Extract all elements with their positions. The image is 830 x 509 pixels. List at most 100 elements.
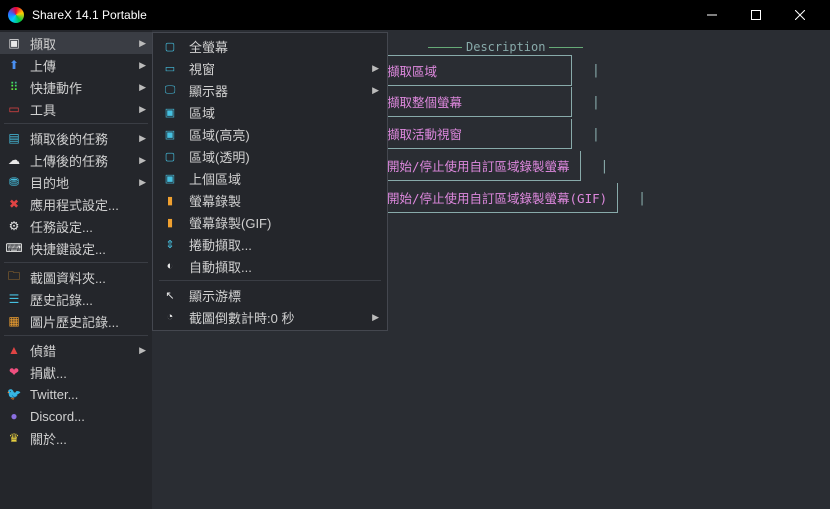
description-header: Description [424, 40, 587, 54]
capture-submenu: ▢全螢幕▭視窗▶🖵顯示器▶▣區域▣區域(高亮)▢區域(透明)▣上個區域▮螢幕錄製… [152, 32, 388, 331]
sidebar-item-donate[interactable]: ❤ 捐獻... [0, 361, 152, 383]
chevron-right-icon: ▶ [139, 177, 146, 188]
scrolling-capture-icon: ⇕ [161, 236, 179, 252]
sidebar-item-after-upload[interactable]: ☁上傳後的任務▶ [0, 149, 152, 171]
window-title: ShareX 14.1 Portable [32, 8, 690, 22]
sidebar-item-label: 捐獻... [30, 363, 146, 382]
fullscreen-icon: ▢ [161, 38, 179, 54]
submenu-item-label: 區域 [189, 103, 379, 122]
sidebar-item-discord[interactable]: ● Discord... [0, 405, 152, 427]
description-cell: 開始/停止使用自訂區域錄製螢幕 [376, 151, 581, 181]
sidebar-item-twitter[interactable]: 🐦Twitter... [0, 383, 152, 405]
description-row: 擷取整個螢幕| [376, 86, 646, 118]
chevron-right-icon: ▶ [139, 82, 146, 93]
about-icon: ♛ [6, 430, 22, 446]
submenu-item-show-cursor[interactable]: ↖ 顯示游標 [153, 284, 387, 306]
sidebar-item-label: 偵錯 [30, 341, 139, 360]
sidebar-item-label: Discord... [30, 409, 146, 424]
maximize-button[interactable] [734, 0, 778, 30]
sidebar-item-capture[interactable]: ▣擷取▶ [0, 32, 152, 54]
submenu-item-last-region[interactable]: ▣上個區域 [153, 167, 387, 189]
after-capture-icon: ▤ [6, 130, 22, 146]
sidebar-item-label: 任務設定... [30, 217, 146, 236]
sidebar-item-label: 上傳 [30, 56, 139, 75]
debug-icon: ▲ [6, 342, 22, 358]
description-row: 開始/停止使用自訂區域錄製螢幕(GIF)| [376, 182, 646, 214]
sidebar-item-after-capture[interactable]: ▤擷取後的任務▶ [0, 127, 152, 149]
discord-icon: ● [6, 408, 22, 424]
sidebar-item-quick-actions[interactable]: ⠿ 快捷動作▶ [0, 76, 152, 98]
description-panel: Description reen 擷取區域|擷取整個螢幕|擷取活動視窗|開始/停… [376, 40, 646, 214]
hotkey-settings-icon: ⌨ [6, 240, 22, 256]
region-transparent-icon: ▢ [161, 148, 179, 164]
submenu-item-label: 捲動擷取... [189, 235, 379, 254]
submenu-item-scrolling-capture[interactable]: ⇕ 捲動擷取... [153, 233, 387, 255]
tools-icon: ▭ [6, 101, 22, 117]
chevron-right-icon: ▶ [139, 155, 146, 166]
screen-record-icon: ▮ [161, 192, 179, 208]
screenshots-folder-icon: 🗀 [6, 269, 22, 285]
submenu-item-auto-capture[interactable]: ◐自動擷取... [153, 255, 387, 277]
sidebar-item-destinations[interactable]: ⛃目的地▶ [0, 171, 152, 193]
window-controls [690, 0, 822, 30]
sidebar-separator [4, 123, 148, 124]
sidebar-item-tools[interactable]: ▭工具▶ [0, 98, 152, 120]
submenu-item-fullscreen[interactable]: ▢ 全螢幕 [153, 35, 387, 57]
submenu-item-label: 螢幕錄製 [189, 191, 379, 210]
sidebar-item-screenshots-folder[interactable]: 🗀截圖資料夾... [0, 266, 152, 288]
sidebar-item-about[interactable]: ♛關於... [0, 427, 152, 449]
after-upload-icon: ☁ [6, 152, 22, 168]
monitor-icon: 🖵 [161, 82, 179, 98]
chevron-right-icon: ▶ [139, 104, 146, 115]
chevron-right-icon: ▶ [372, 63, 379, 74]
submenu-item-label: 顯示游標 [189, 286, 379, 305]
region-light-icon: ▣ [161, 126, 179, 142]
app-logo-icon [8, 7, 24, 23]
quick-actions-icon: ⠿ [6, 79, 22, 95]
pipe-char: | [601, 159, 609, 174]
chevron-right-icon: ▶ [139, 133, 146, 144]
app-settings-icon: ✖ [6, 196, 22, 212]
auto-capture-icon: ◐ [161, 258, 179, 274]
sidebar-separator [4, 262, 148, 263]
submenu-item-label: 區域(高亮) [189, 125, 379, 144]
pipe-char: | [592, 63, 600, 78]
submenu-item-region[interactable]: ▣區域 [153, 101, 387, 123]
sidebar-item-debug[interactable]: ▲偵錯▶ [0, 339, 152, 361]
submenu-item-region-transparent[interactable]: ▢區域(透明) [153, 145, 387, 167]
submenu-item-label: 顯示器 [189, 81, 372, 100]
submenu-item-countdown[interactable]: ◔截圖倒數計時:0 秒▶ [153, 306, 387, 328]
history-icon: ☰ [6, 291, 22, 307]
last-region-icon: ▣ [161, 170, 179, 186]
sidebar-item-hotkey-settings[interactable]: ⌨快捷鍵設定... [0, 237, 152, 259]
sidebar-item-label: 歷史記錄... [30, 290, 146, 309]
close-button[interactable] [778, 0, 822, 30]
chevron-right-icon: ▶ [372, 85, 379, 96]
submenu-item-monitor[interactable]: 🖵 顯示器▶ [153, 79, 387, 101]
submenu-item-screen-record[interactable]: ▮ 螢幕錄製 [153, 189, 387, 211]
submenu-item-screen-record-gif[interactable]: ▮螢幕錄製(GIF) [153, 211, 387, 233]
sidebar-separator [4, 335, 148, 336]
sidebar-item-image-history[interactable]: ▦圖片歷史記錄... [0, 310, 152, 332]
chevron-right-icon: ▶ [139, 60, 146, 71]
submenu-item-label: 全螢幕 [189, 37, 379, 56]
window-icon: ▭ [161, 60, 179, 76]
screen-record-gif-icon: ▮ [161, 214, 179, 230]
description-row: 擷取活動視窗| [376, 118, 646, 150]
sidebar-item-upload[interactable]: ⬆上傳▶ [0, 54, 152, 76]
donate-icon: ❤ [6, 364, 22, 380]
sidebar-item-app-settings[interactable]: ✖應用程式設定... [0, 193, 152, 215]
submenu-separator [159, 280, 381, 281]
sidebar-item-label: 快捷動作 [30, 78, 139, 97]
submenu-item-window[interactable]: ▭視窗▶ [153, 57, 387, 79]
submenu-item-region-light[interactable]: ▣ 區域(高亮) [153, 123, 387, 145]
sidebar-item-history[interactable]: ☰ 歷史記錄... [0, 288, 152, 310]
sidebar-item-task-settings[interactable]: ⚙任務設定... [0, 215, 152, 237]
minimize-button[interactable] [690, 0, 734, 30]
show-cursor-icon: ↖ [161, 287, 179, 303]
description-cell: 擷取整個螢幕 [376, 87, 572, 117]
image-history-icon: ▦ [6, 313, 22, 329]
description-table: 擷取區域|擷取整個螢幕|擷取活動視窗|開始/停止使用自訂區域錄製螢幕|開始/停止… [376, 54, 646, 214]
sidebar-item-label: 擷取 [30, 34, 139, 53]
twitter-icon: 🐦 [6, 386, 22, 402]
